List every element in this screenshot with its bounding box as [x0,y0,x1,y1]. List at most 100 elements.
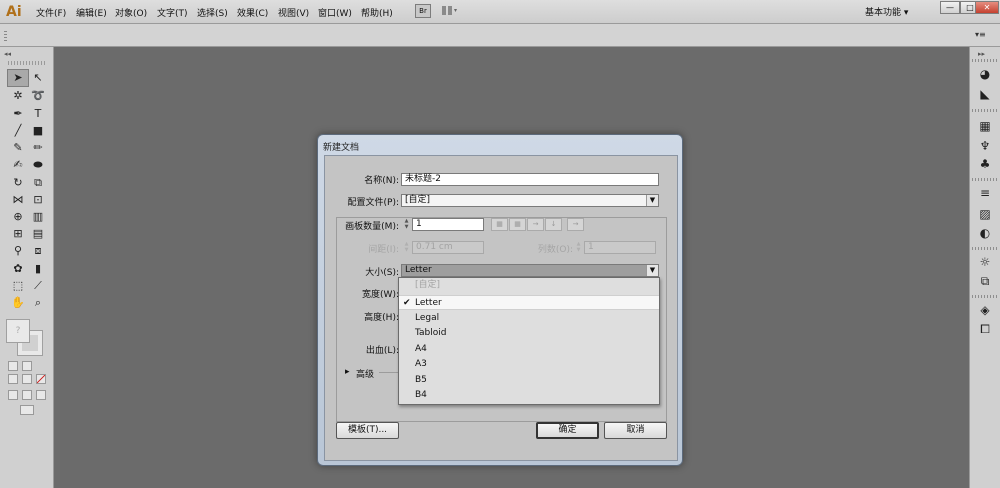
menu-object[interactable]: 对象(O) [115,6,147,19]
transparency-panel-icon[interactable]: ◐ [976,224,994,242]
swatches-panel-icon[interactable]: ▦ [976,117,994,135]
menu-window[interactable]: 窗口(W) [318,6,352,19]
arrange-by-column-icon[interactable]: ↓ [545,218,562,231]
expand-icon[interactable]: ▸▸ [978,50,985,58]
name-field[interactable]: 未标题-2 [401,173,659,186]
size-option-b5[interactable]: B5 [399,373,659,388]
rotate-tool-icon[interactable]: ↻ [7,174,29,192]
zoom-tool-icon[interactable]: ⌕ [27,294,49,312]
bridge-button[interactable]: Br [415,4,431,18]
grip-handle[interactable] [8,61,46,65]
free-transform-tool-icon[interactable]: ⊡ [27,191,49,209]
close-button[interactable]: ✕ [975,1,999,14]
width-tool-icon[interactable]: ⋈ [7,191,29,209]
fill-swatch[interactable]: ? [6,319,30,343]
gradient-panel-icon[interactable]: ▨ [976,205,994,223]
live-paint-tool-icon[interactable]: ▥ [27,208,49,226]
menu-select[interactable]: 选择(S) [197,6,228,19]
graphic-styles-panel-icon[interactable]: ⧉ [976,272,994,290]
advanced-toggle-icon[interactable]: ▸ [345,367,350,377]
artboards-stepper[interactable]: ▲ ▼ [402,218,411,231]
menu-edit[interactable]: 编辑(E) [76,6,107,19]
minimize-button[interactable]: — [940,1,960,14]
direct-selection-tool-icon[interactable]: ↖ [27,69,49,87]
pencil-tool-icon[interactable]: ✏ [27,139,49,157]
swap-colors-icon[interactable] [22,361,32,371]
rectangle-tool-icon[interactable]: ■ [27,122,49,140]
slice-tool-icon[interactable]: ⟋ [27,277,49,295]
artboards-count-field[interactable]: 1 [412,218,484,231]
blob-brush-tool-icon[interactable]: ✍ [7,156,29,174]
grip-handle[interactable] [972,59,999,62]
collapse-icon[interactable]: ◂◂ [4,50,11,58]
screen-mode-icon[interactable] [20,405,34,415]
pen-tool-icon[interactable]: ✒ [7,105,29,123]
perspective-grid-tool-icon[interactable]: ⊞ [7,225,29,243]
artboard-tool-icon[interactable]: ⬚ [7,277,29,295]
selection-tool-icon[interactable]: ➤ [7,69,29,87]
spacing-field[interactable]: 0.71 cm [412,241,484,254]
column-graph-tool-icon[interactable]: ▮ [27,260,49,278]
menu-effect[interactable]: 效果(C) [237,6,268,19]
arrange-documents-button[interactable]: ▾ [440,4,462,18]
draw-inside-icon[interactable] [36,390,46,400]
gradient-tool-icon[interactable]: ▤ [27,225,49,243]
type-tool-icon[interactable]: T [27,105,49,123]
grip-handle[interactable] [972,178,999,181]
brushes-panel-icon[interactable]: ♆ [976,137,994,155]
paintbrush-tool-icon[interactable]: ✎ [7,139,29,157]
lasso-tool-icon[interactable]: ➰ [27,87,49,105]
gradient-mode-icon[interactable] [22,374,32,384]
menu-view[interactable]: 视图(V) [278,6,309,19]
symbols-panel-icon[interactable]: ♣ [976,155,994,173]
hand-tool-icon[interactable]: ✋ [7,294,29,312]
columns-stepper[interactable]: ▲ ▼ [574,241,583,254]
grip-handle[interactable] [972,295,999,298]
size-option-legal[interactable]: Legal [399,311,659,326]
size-select[interactable]: Letter ▼ [401,264,659,277]
columns-field[interactable]: 1 [584,241,656,254]
grip-handle[interactable] [972,109,999,112]
blend-tool-icon[interactable]: ⧈ [27,242,49,260]
color-guide-icon[interactable]: ◣ [976,85,994,103]
fill-stroke-swatches[interactable]: ? [6,319,46,357]
grip-handle[interactable] [4,31,7,41]
draw-normal-icon[interactable] [8,390,18,400]
size-option-b4[interactable]: B4 [399,388,659,403]
menu-type[interactable]: 文字(T) [157,6,188,19]
grid-by-row-icon[interactable]: ▦ [491,218,508,231]
none-mode-icon[interactable] [36,374,46,384]
grid-by-column-icon[interactable]: ▦ [509,218,526,231]
panel-menu-icon[interactable]: ▾≡ [975,30,991,40]
scale-tool-icon[interactable]: ⧉ [27,174,49,192]
menu-file[interactable]: 文件(F) [36,6,66,19]
magic-wand-tool-icon[interactable]: ✲ [7,87,29,105]
symbol-sprayer-tool-icon[interactable]: ✿ [7,260,29,278]
profile-select[interactable]: [自定] ▼ [401,194,659,207]
advanced-label[interactable]: 高级 [356,367,374,380]
templates-button[interactable]: 模板(T)... [336,422,399,439]
size-option-a4[interactable]: A4 [399,342,659,357]
spacing-stepper[interactable]: ▲ ▼ [402,241,411,254]
size-option-a3[interactable]: A3 [399,357,659,372]
grip-handle[interactable] [972,247,999,250]
default-colors-icon[interactable] [8,361,18,371]
color-panel-icon[interactable]: ◕ [976,65,994,83]
appearance-panel-icon[interactable]: ☼ [976,253,994,271]
draw-behind-icon[interactable] [22,390,32,400]
line-tool-icon[interactable]: ╱ [7,122,29,140]
right-to-left-icon[interactable]: → [567,218,584,231]
eraser-tool-icon[interactable]: ⬬ [27,156,49,174]
cancel-button[interactable]: 取消 [604,422,667,439]
artboards-panel-icon[interactable]: ⧠ [976,320,994,338]
ok-button[interactable]: 确定 [536,422,599,439]
size-option-tabloid[interactable]: Tabloid [399,326,659,341]
stroke-panel-icon[interactable]: ≡ [976,184,994,202]
size-option-letter[interactable]: ✔ Letter [399,295,659,310]
workspace-switcher[interactable]: 基本功能 ▾ [865,5,935,19]
eyedropper-tool-icon[interactable]: ⚲ [7,242,29,260]
menu-help[interactable]: 帮助(H) [361,6,393,19]
arrange-by-row-icon[interactable]: → [527,218,544,231]
layers-panel-icon[interactable]: ◈ [976,301,994,319]
shape-builder-tool-icon[interactable]: ⊕ [7,208,29,226]
